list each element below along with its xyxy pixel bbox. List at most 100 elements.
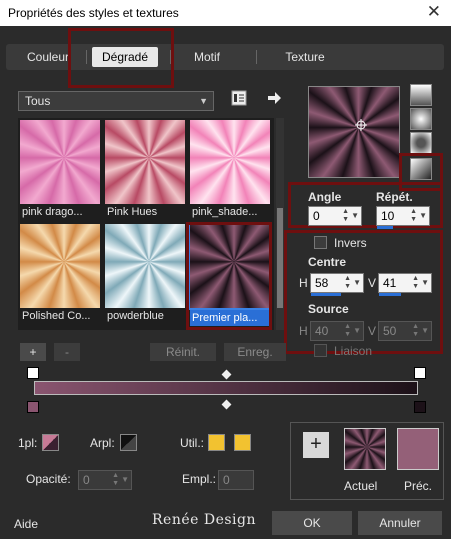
resource-manager-icon[interactable] bbox=[231, 90, 247, 106]
opacity-label: Opacité: bbox=[26, 472, 71, 486]
scrollbar-thumb[interactable] bbox=[277, 208, 283, 308]
opacity-midpoint-handle[interactable] bbox=[221, 369, 232, 380]
angle-label: Angle bbox=[308, 190, 342, 204]
radial-gradient-type-button[interactable] bbox=[410, 108, 432, 130]
remove-button[interactable]: - bbox=[54, 343, 80, 361]
util-swatch-2[interactable] bbox=[234, 434, 251, 451]
gradient-preview[interactable] bbox=[308, 86, 400, 178]
brand-watermark: Renée Design bbox=[152, 512, 257, 528]
spinner-arrows-icon[interactable]: ▲ ▼ bbox=[112, 472, 119, 488]
end-opacity-marker[interactable] bbox=[414, 367, 426, 379]
center-v-value: 41 bbox=[383, 276, 397, 290]
chevron-down-icon[interactable]: ▼ bbox=[421, 322, 429, 340]
repeat-label: Répét. bbox=[376, 190, 413, 204]
spinner-arrows-icon[interactable]: ▲ ▼ bbox=[410, 208, 417, 224]
category-value: Tous bbox=[25, 94, 51, 108]
chevron-down-icon[interactable]: ▼ bbox=[351, 207, 359, 225]
spinner-arrows-icon[interactable]: ▲ ▼ bbox=[412, 275, 419, 291]
spinner-arrows-icon[interactable]: ▲ ▼ bbox=[344, 275, 351, 291]
category-dropdown[interactable]: Tous ▼ bbox=[18, 91, 214, 111]
linear-gradient-type-button[interactable] bbox=[410, 84, 432, 106]
current-label: Actuel bbox=[344, 479, 378, 493]
start-color-marker[interactable] bbox=[27, 401, 39, 413]
chevron-down-icon[interactable]: ▼ bbox=[353, 274, 361, 292]
previous-label: Préc. bbox=[404, 479, 433, 493]
background-swatch[interactable] bbox=[120, 434, 137, 451]
add-to-swatches-button[interactable]: + bbox=[303, 432, 329, 458]
source-h-input[interactable]: 40 ▲ ▼ ▼ bbox=[310, 321, 364, 341]
gradient-thumbnail bbox=[20, 120, 100, 204]
source-v-label: V bbox=[368, 324, 377, 338]
center-label: Centre bbox=[308, 255, 347, 269]
invert-label: Invers bbox=[334, 236, 367, 250]
gradient-thumbnail bbox=[105, 224, 185, 308]
repeat-value: 10 bbox=[381, 209, 395, 223]
tab-separator bbox=[256, 50, 257, 64]
chevron-down-icon[interactable]: ▼ bbox=[421, 274, 429, 292]
gradient-thumbnail bbox=[190, 120, 270, 204]
cancel-button[interactable]: Annuler bbox=[358, 511, 442, 535]
link-label: Liaison bbox=[334, 344, 373, 358]
end-color-marker[interactable] bbox=[414, 401, 426, 413]
link-checkbox[interactable] bbox=[314, 344, 327, 357]
invert-checkbox[interactable] bbox=[314, 236, 327, 249]
background-label: Arpl: bbox=[90, 436, 115, 450]
opacity-input[interactable]: 0 ▲ ▼ ▼ bbox=[78, 470, 132, 490]
center-h-value: 58 bbox=[315, 276, 329, 290]
gradient-editor-bar[interactable] bbox=[34, 381, 418, 395]
add-button[interactable]: + bbox=[20, 343, 46, 361]
chevron-down-icon[interactable]: ▼ bbox=[419, 207, 427, 225]
window-title: Propriétés des styles et textures bbox=[8, 6, 179, 20]
arrow-right-icon[interactable] bbox=[266, 90, 282, 106]
location-label: Empl.: bbox=[182, 472, 217, 486]
center-h-label: H bbox=[299, 276, 308, 290]
util-swatch-1[interactable] bbox=[208, 434, 225, 451]
start-opacity-marker[interactable] bbox=[27, 367, 39, 379]
gallery-item[interactable]: powderblue bbox=[105, 224, 185, 326]
angle-input[interactable]: 0 ▲ ▼ ▼ bbox=[308, 206, 362, 226]
color-midpoint-handle[interactable] bbox=[221, 399, 232, 410]
chevron-down-icon[interactable]: ▼ bbox=[353, 322, 361, 340]
location-value: 0 bbox=[223, 473, 230, 487]
gallery-item[interactable]: Polished Co... bbox=[20, 224, 100, 326]
location-input[interactable]: 0 bbox=[218, 470, 254, 490]
center-v-level-bar bbox=[379, 293, 401, 296]
rectangular-gradient-type-button[interactable] bbox=[410, 132, 432, 154]
gallery-item-label: pink drago... bbox=[22, 206, 83, 218]
help-link[interactable]: Aide bbox=[14, 517, 38, 531]
gallery-item[interactable]: Pink Hues bbox=[105, 120, 185, 222]
gallery-item[interactable]: pink_shade... bbox=[190, 120, 270, 222]
gallery-item-label: powderblue bbox=[107, 310, 164, 322]
gallery-scrollbar[interactable] bbox=[276, 118, 284, 330]
crosshair-icon bbox=[355, 119, 367, 131]
current-gradient-swatch[interactable] bbox=[344, 428, 386, 470]
center-v-input[interactable]: 41 ▲ ▼ ▼ bbox=[378, 273, 432, 296]
source-h-label: H bbox=[299, 324, 308, 338]
tab-texture[interactable]: Texture bbox=[272, 47, 338, 67]
save-button[interactable]: Enreg. bbox=[224, 343, 286, 361]
gradient-thumbnail bbox=[20, 224, 100, 308]
tab-motif[interactable]: Motif bbox=[174, 47, 240, 67]
spinner-arrows-icon[interactable]: ▲ ▼ bbox=[342, 208, 349, 224]
angle-value: 0 bbox=[313, 209, 320, 223]
reset-button[interactable]: Réinit. bbox=[150, 343, 216, 361]
opacity-value: 0 bbox=[83, 473, 90, 487]
source-h-value: 40 bbox=[315, 324, 329, 338]
center-v-label: V bbox=[368, 276, 377, 290]
spinner-arrows-icon[interactable]: ▲ ▼ bbox=[344, 323, 351, 339]
ok-button[interactable]: OK bbox=[272, 511, 352, 535]
source-label: Source bbox=[308, 302, 349, 316]
chevron-down-icon: ▼ bbox=[199, 96, 208, 106]
center-h-input[interactable]: 58 ▲ ▼ ▼ bbox=[310, 273, 364, 296]
foreground-swatch[interactable] bbox=[42, 434, 59, 451]
gallery-item-label: Pink Hues bbox=[107, 206, 158, 218]
close-icon[interactable]: ✕ bbox=[427, 2, 441, 22]
repeat-input[interactable]: 10 ▲ ▼ ▼ bbox=[376, 206, 430, 229]
chevron-down-icon[interactable]: ▼ bbox=[121, 471, 129, 489]
spinner-arrows-icon[interactable]: ▲ ▼ bbox=[412, 323, 419, 339]
foreground-label: 1pl: bbox=[18, 436, 38, 450]
gradient-thumbnail bbox=[105, 120, 185, 204]
source-v-input[interactable]: 50 ▲ ▼ ▼ bbox=[378, 321, 432, 341]
gallery-item[interactable]: pink drago... bbox=[20, 120, 100, 222]
previous-color-swatch[interactable] bbox=[397, 428, 439, 470]
